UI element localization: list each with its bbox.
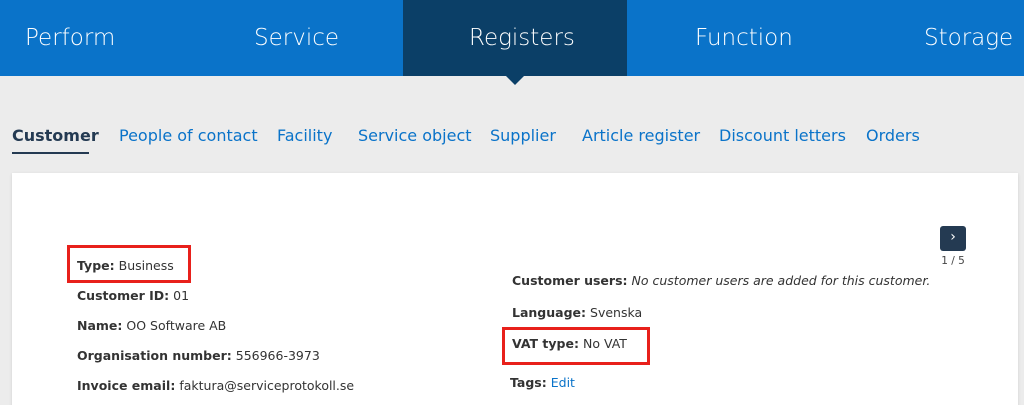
tab-function[interactable]: Function [695,0,793,76]
field-customer-users-value: No customer users are added for this cus… [631,273,931,288]
highlight-box-type [67,245,191,283]
edit-tags-link[interactable]: Edit [551,375,575,390]
tab-registers[interactable]: Registers [469,0,575,76]
field-organisation-number-label: Organisation number: [77,348,232,363]
subtab-supplier[interactable]: Supplier [490,126,556,145]
active-subtab-underline [12,152,89,154]
tab-perform[interactable]: Perform [25,0,115,76]
field-language-label: Language: [512,305,587,320]
field-invoice-email-label: Invoice email: [77,378,176,393]
field-organisation-number: Organisation number: 556966-3973 [77,348,320,363]
subtab-facility[interactable]: Facility [277,126,332,145]
field-customer-users: Customer users: No customer users are add… [512,273,930,288]
top-navigation: Perform Service Registers Function Stora… [0,0,1024,76]
subtab-people-of-contact[interactable]: People of contact [119,126,258,145]
field-invoice-email: Invoice email: faktura@serviceprotokoll.s… [77,378,354,393]
field-name-value: OO Software AB [126,318,227,333]
field-language-value: Svenska [590,305,643,320]
tab-service[interactable]: Service [254,0,339,76]
tab-storage[interactable]: Storage [924,0,1013,76]
field-language: Language: Svenska [512,305,642,320]
field-customer-id-label: Customer ID: [77,288,170,303]
field-customer-id: Customer ID: 01 [77,288,189,303]
field-invoice-email-value: faktura@serviceprotokoll.se [179,378,355,393]
highlight-box-vat-type [502,327,650,365]
sub-navigation: Customer People of contact Facility Serv… [0,118,1024,158]
field-customer-id-value: 01 [173,288,190,303]
field-organisation-number-value: 556966-3973 [235,348,320,363]
field-name-label: Name: [77,318,123,333]
next-page-button[interactable]: › [940,226,966,251]
field-tags: Tags: Edit [510,375,575,390]
chevron-right-icon: › [950,229,956,245]
field-tags-label: Tags: [510,375,547,390]
subtab-service-object[interactable]: Service object [358,126,472,145]
field-name: Name: OO Software AB [77,318,226,333]
pager-indicator: 1 / 5 [941,255,965,267]
subtab-article-register[interactable]: Article register [582,126,700,145]
subtab-orders[interactable]: Orders [866,126,920,145]
subtab-discount-letters[interactable]: Discount letters [719,126,846,145]
field-customer-users-label: Customer users: [512,273,628,288]
active-tab-pointer [506,76,524,85]
subtab-customer[interactable]: Customer [12,126,99,145]
